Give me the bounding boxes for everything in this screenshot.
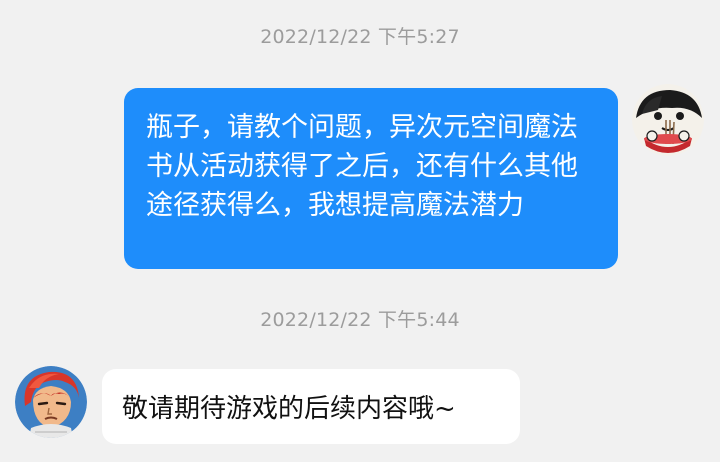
self-avatar[interactable] xyxy=(632,84,704,156)
contact-avatar[interactable] xyxy=(15,366,87,438)
anime-red-hair-character-avatar-icon xyxy=(15,366,87,438)
outgoing-message-text: 瓶子，请教个问题，异次元空间魔法书从活动获得了之后，还有什么其他途径获得么，我想… xyxy=(146,112,578,221)
cartoon-person-eating-noodles-avatar-icon xyxy=(632,84,704,156)
message-timestamp: 2022/12/22 下午5:44 xyxy=(260,309,460,331)
outgoing-message-bubble[interactable]: 瓶子，请教个问题，异次元空间魔法书从活动获得了之后，还有什么其他途径获得么，我想… xyxy=(124,88,618,269)
incoming-message-text: 敬请期待游戏的后续内容哦~ xyxy=(122,394,456,424)
incoming-message-bubble[interactable]: 敬请期待游戏的后续内容哦~ xyxy=(102,369,520,444)
message-timestamp: 2022/12/22 下午5:27 xyxy=(260,26,460,48)
